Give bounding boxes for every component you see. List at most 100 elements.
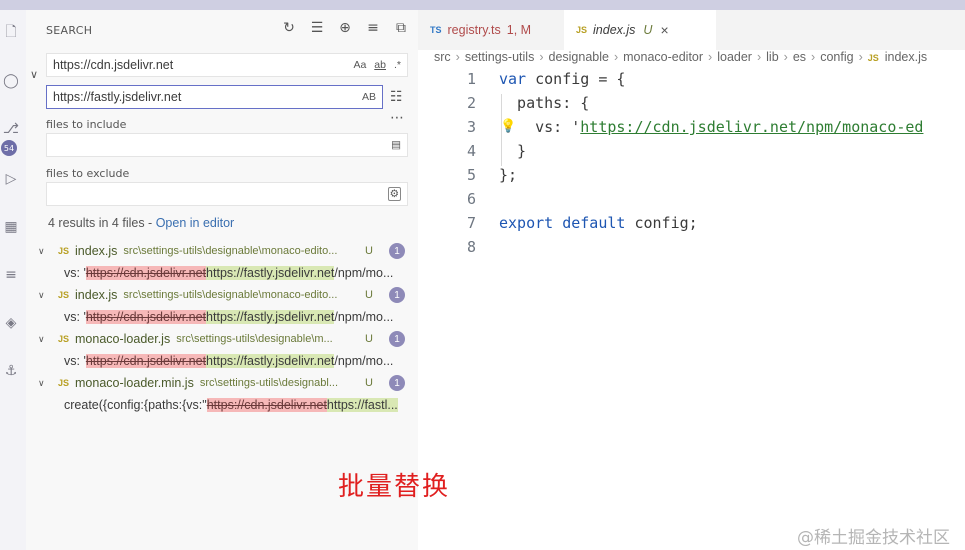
code-line-1: var config = {: [499, 70, 626, 88]
result-file-path: src\settings-utils\designable\monaco-edi…: [123, 245, 338, 257]
search-input-value: https://cdn.jsdelivr.net: [53, 58, 174, 72]
result-count-badge: 1: [389, 243, 405, 259]
tab-index-js[interactable]: JS index.js U ×: [564, 10, 716, 50]
line-number: 5: [466, 166, 476, 184]
line-number: 3: [466, 118, 476, 136]
tab-status: 1, M: [506, 23, 532, 37]
view-as-tree-icon[interactable]: ≡: [364, 20, 382, 36]
line-number: 2: [466, 94, 476, 112]
files-exclude-input[interactable]: ⚙: [46, 182, 408, 206]
files-include-input[interactable]: ▤: [46, 133, 408, 157]
layers-icon[interactable]: ◈: [0, 312, 22, 334]
result-file-path: src\settings-utils\designable\m...: [176, 333, 333, 345]
line-number: 4: [466, 142, 476, 160]
result-file-status: U: [365, 245, 373, 257]
chevron-down-icon[interactable]: ∨: [38, 290, 52, 301]
files-exclude-label: files to exclude: [46, 167, 130, 180]
result-file-name: index.js: [75, 244, 118, 258]
new-search-editor-icon[interactable]: ⊕: [336, 20, 354, 36]
tab-registry-ts[interactable]: TS registry.ts 1, M: [418, 10, 572, 50]
result-file-row[interactable]: ∨ JS index.js src\settings-utils\designa…: [26, 240, 418, 262]
sidebar-actions: ↻ ☰ ⊕ ≡ ⧉: [280, 20, 410, 36]
tab-label: registry.ts: [447, 23, 501, 37]
explorer-icon[interactable]: 🗋: [0, 22, 22, 44]
result-file-name: monaco-loader.js: [75, 332, 171, 346]
js-file-icon: JS: [58, 378, 70, 388]
match-inserted: https://fastly.jsdelivr.net: [206, 354, 335, 368]
js-file-icon: JS: [576, 25, 588, 35]
breadcrumb: src › settings-utils › designable › monaco-edi…: [434, 50, 928, 64]
code-line-2: paths: {: [499, 94, 590, 112]
extensions-icon[interactable]: ▦: [0, 216, 22, 238]
result-count-badge: 1: [389, 287, 405, 303]
replace-input-value: https://fastly.jsdelivr.net: [53, 90, 182, 104]
code-line-3: vs: 'https://cdn.jsdelivr.net/npm/monaco…: [499, 118, 924, 136]
result-file-status: U: [365, 289, 373, 301]
code-line-7: export default config;: [499, 214, 698, 232]
line-number: 8: [466, 238, 476, 256]
result-count-badge: 1: [389, 331, 405, 347]
code-editor[interactable]: 1 2 3 4 5 6 7 8 💡 var config = { paths: …: [420, 70, 965, 270]
more-options-icon[interactable]: ⋯: [390, 110, 404, 126]
result-file-name: monaco-loader.min.js: [75, 376, 194, 390]
js-file-icon: JS: [58, 334, 70, 344]
match-inserted: https://fastly.jsdelivr.net: [206, 310, 335, 324]
result-match-row[interactable]: create({config:{paths:{vs:" https://cdn.j…: [26, 394, 418, 416]
match-removed: https://cdn.jsdelivr.net: [85, 310, 207, 324]
result-file-name: index.js: [75, 288, 118, 302]
activity-bar: 🗋 ◯ ⎇ 54 ▷ ▦ ≡ ◈ ⚓: [0, 10, 26, 550]
ts-file-icon: TS: [430, 25, 442, 35]
js-file-icon: JS: [58, 290, 70, 300]
code-url: https://cdn.jsdelivr.net/npm/monaco-ed: [580, 118, 924, 136]
code-line-5: };: [499, 166, 518, 184]
database-icon[interactable]: ≡: [0, 264, 22, 286]
use-regex-icon[interactable]: .*: [394, 59, 401, 71]
annotation-text: 批量替换: [338, 472, 451, 502]
tab-label: index.js: [593, 23, 636, 37]
result-match-row[interactable]: vs: ' https://cdn.jsdelivr.net https://fas…: [26, 350, 418, 372]
source-control-icon[interactable]: ⎇: [0, 118, 22, 140]
run-debug-icon[interactable]: ▷: [0, 168, 22, 190]
result-match-row[interactable]: vs: ' https://cdn.jsdelivr.net https://fas…: [26, 262, 418, 284]
open-in-editor-link[interactable]: Open in editor: [156, 216, 235, 230]
replace-all-icon[interactable]: ☷: [390, 89, 403, 105]
result-file-row[interactable]: ∨ JS index.js src\settings-utils\designa…: [26, 284, 418, 306]
match-removed: https://cdn.jsdelivr.net: [85, 354, 207, 368]
chevron-down-icon[interactable]: ∨: [38, 334, 52, 345]
match-inserted: https://fastl...: [326, 398, 398, 412]
match-case-icon[interactable]: Aa: [353, 59, 366, 71]
watermark: @稀土掘金技术社区: [797, 528, 950, 548]
result-file-path: src\settings-utils\designable\monaco-edi…: [123, 289, 338, 301]
match-whole-word-icon[interactable]: ab: [374, 59, 386, 71]
result-file-status: U: [365, 377, 373, 389]
preserve-case-icon[interactable]: AB: [362, 91, 376, 103]
match-removed: https://cdn.jsdelivr.net: [206, 398, 327, 412]
refresh-icon[interactable]: ↻: [280, 20, 298, 36]
close-icon[interactable]: ×: [660, 22, 668, 38]
js-file-icon: JS: [58, 246, 70, 256]
title-bar: [0, 0, 965, 10]
exclude-settings-icon[interactable]: ⚙: [387, 187, 401, 201]
clear-results-icon[interactable]: ☰: [308, 20, 326, 36]
result-file-row[interactable]: ∨ JS monaco-loader.js src\settings-utils…: [26, 328, 418, 350]
docker-icon[interactable]: ⚓: [0, 360, 22, 382]
search-icon[interactable]: ◯: [0, 70, 22, 92]
result-file-row[interactable]: ∨ JS monaco-loader.min.js src\settings-u…: [26, 372, 418, 394]
collapse-all-icon[interactable]: ⧉: [392, 20, 410, 36]
source-control-badge: 54: [1, 140, 17, 156]
toggle-replace-icon[interactable]: ∨: [30, 68, 38, 81]
book-icon[interactable]: ▤: [391, 139, 401, 151]
result-count-badge: 1: [389, 375, 405, 391]
match-inserted: https://fastly.jsdelivr.net: [206, 266, 335, 280]
replace-input[interactable]: https://fastly.jsdelivr.net AB: [46, 85, 383, 109]
result-match-row[interactable]: vs: ' https://cdn.jsdelivr.net https://fas…: [26, 306, 418, 328]
line-number: 6: [466, 190, 476, 208]
result-file-path: src\settings-utils\designabl...: [199, 377, 338, 389]
chevron-down-icon[interactable]: ∨: [38, 378, 52, 389]
results-tree: ∨ JS index.js src\settings-utils\designa…: [26, 240, 418, 416]
js-file-icon: JS: [867, 53, 879, 63]
result-file-status: U: [365, 333, 373, 345]
chevron-down-icon[interactable]: ∨: [38, 246, 52, 257]
search-input[interactable]: https://cdn.jsdelivr.net Aa ab .*: [46, 53, 408, 77]
editor-tab-bar: TS registry.ts 1, M JS index.js U ×: [418, 10, 965, 50]
